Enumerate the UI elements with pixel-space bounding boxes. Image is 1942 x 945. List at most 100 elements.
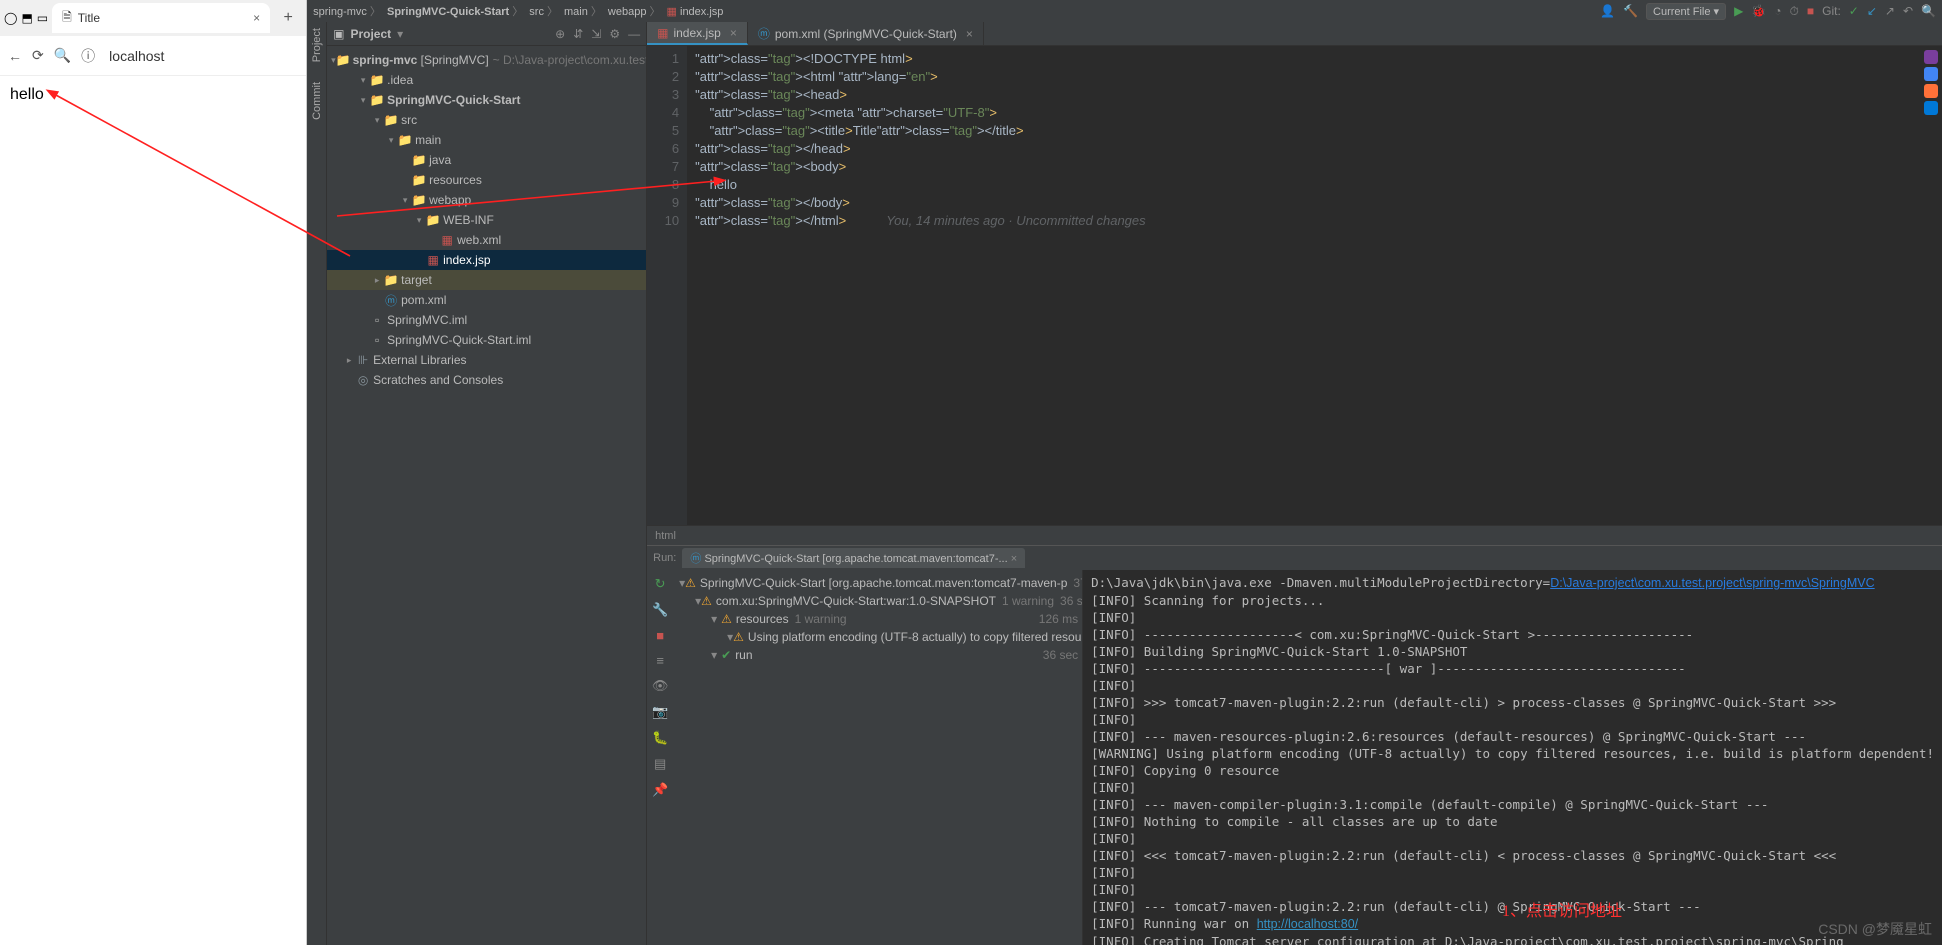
browser-tab[interactable]: 🗎 Title × xyxy=(52,3,270,33)
editor-area[interactable]: 12345678910 "attr">class="tag"><!DOCTYPE… xyxy=(647,46,1942,525)
search-icon[interactable]: 🔍 xyxy=(1921,4,1936,18)
code[interactable]: "attr">class="tag"><!DOCTYPE html> "attr… xyxy=(687,46,1942,525)
editor-tab[interactable]: ⓜpom.xml (SpringMVC-Quick-Start)× xyxy=(748,22,984,45)
project-tool-window: ▣ Project ▾ ⊕ ⇵ ⇲ ⚙ — ▾📁spring-mvc [Spri… xyxy=(327,22,647,945)
tree-item[interactable]: ▾📁main xyxy=(327,130,646,150)
page-text: hello xyxy=(10,86,44,103)
run-toolbar: ↻ 🔧 ■ ≡ 👁 📷 🐛 ▤ 📌 xyxy=(647,570,673,945)
info-icon: ⓘ xyxy=(81,46,95,66)
stop-icon[interactable]: ■ xyxy=(656,628,664,643)
editor: ▦index.jsp×ⓜpom.xml (SpringMVC-Quick-Sta… xyxy=(647,22,1942,945)
toolbar-right: 👤 🔨 Current File ▾ ▶ 🐞 ◔ ⏱ ■ Git: ✓ ↙ ↗ … xyxy=(1600,3,1936,20)
page-icon: 🗎 xyxy=(62,8,72,29)
tree-item[interactable]: ▾📁src xyxy=(327,110,646,130)
settings-icon[interactable]: ⚙ xyxy=(609,27,620,41)
tree-item[interactable]: 📁java xyxy=(327,150,646,170)
browser-window: ◯ ⬒ ▭ 🗎 Title × + ← ⟳ 🔍 ⓘ hello xyxy=(0,0,307,945)
filter-icon[interactable]: ≡ xyxy=(656,653,664,668)
profile-icon[interactable]: ◯ xyxy=(4,11,17,25)
stop-icon[interactable]: ■ xyxy=(1807,4,1814,18)
wrench-icon[interactable]: 🔧 xyxy=(652,602,668,618)
project-icon: ▣ xyxy=(333,27,344,41)
commit-icon[interactable]: ✓ xyxy=(1849,4,1859,18)
tree-item[interactable]: 📁resources xyxy=(327,170,646,190)
annotation: 1、点击访问地址 xyxy=(1502,897,1622,921)
project-tool-button[interactable]: Project xyxy=(311,28,323,62)
back-icon[interactable]: ← xyxy=(8,48,22,64)
run-tree[interactable]: ▾⚠SpringMVC-Quick-Start [org.apache.tomc… xyxy=(673,570,1083,945)
build-icon[interactable]: 🔨 xyxy=(1623,4,1638,18)
workspaces-icon[interactable]: ⬒ xyxy=(21,11,32,25)
collapse-icon[interactable]: ⇲ xyxy=(591,27,601,41)
tree-item[interactable]: ▾📁webapp xyxy=(327,190,646,210)
tree-item[interactable]: ▸📁target xyxy=(327,270,646,290)
run-tree-item[interactable]: ▾⚠SpringMVC-Quick-Start [org.apache.tomc… xyxy=(673,574,1082,592)
tree-item[interactable]: ▾📁SpringMVC-Quick-Start xyxy=(327,90,646,110)
ide-toolbar: spring-mvc〉 SpringMVC-Quick-Start〉 src〉 … xyxy=(307,0,1942,22)
inspection-widgets xyxy=(1920,46,1942,119)
tree-item[interactable]: ▾📁.idea xyxy=(327,70,646,90)
run-tree-item[interactable]: ▾⚠com.xu:SpringMVC-Quick-Start:war:1.0-S… xyxy=(673,592,1082,610)
edge-icon[interactable] xyxy=(1924,101,1938,115)
tree-item[interactable]: ▦web.xml xyxy=(327,230,646,250)
sidebar-icon[interactable]: ▭ xyxy=(37,11,48,25)
bug-icon[interactable]: 🐛 xyxy=(652,730,668,746)
run-tabs: Run: ⓜ SpringMVC-Quick-Start [org.apache… xyxy=(647,546,1942,570)
tree-item[interactable]: ⓜpom.xml xyxy=(327,290,646,310)
tree-item[interactable]: ▸⊪External Libraries xyxy=(327,350,646,370)
rerun-icon[interactable]: ↻ xyxy=(655,576,666,592)
gutter: 12345678910 xyxy=(647,46,687,525)
new-tab-button[interactable]: + xyxy=(274,9,302,27)
run-tree-item[interactable]: ▾⚠resources1 warning126 ms xyxy=(673,610,1082,628)
chrome-icon[interactable] xyxy=(1924,67,1938,81)
editor-tab[interactable]: ▦index.jsp× xyxy=(647,22,748,45)
tree-item[interactable]: ▫SpringMVC-Quick-Start.iml xyxy=(327,330,646,350)
tree-item[interactable]: ◎Scratches and Consoles xyxy=(327,370,646,390)
camera-icon[interactable]: 📷 xyxy=(652,704,668,720)
tree-item[interactable]: ▾📁WEB-INF xyxy=(327,210,646,230)
watermark: CSDN @梦魇星虹 xyxy=(1818,919,1932,939)
run-tree-item[interactable]: ▾⚠Using platform encoding (UTF-8 actuall… xyxy=(673,628,1082,646)
project-title: Project xyxy=(350,27,391,41)
run-label: Run: xyxy=(653,552,676,564)
select-opened-icon[interactable]: ⊕ xyxy=(555,27,565,41)
tree-root[interactable]: ▾📁spring-mvc [SpringMVC]~ D:\Java-projec… xyxy=(327,50,646,70)
tree-item[interactable]: ▫SpringMVC.iml xyxy=(327,310,646,330)
close-icon[interactable]: × xyxy=(253,11,260,25)
expand-icon[interactable]: ⇵ xyxy=(573,27,583,41)
git-label: Git: xyxy=(1822,4,1841,18)
coverage-icon[interactable]: ◔ xyxy=(1774,4,1781,18)
ide-window: spring-mvc〉 SpringMVC-Quick-Start〉 src〉 … xyxy=(307,0,1942,945)
pin-icon[interactable]: 📌 xyxy=(652,782,668,798)
layout-icon[interactable]: ▤ xyxy=(654,756,666,772)
firefox-icon[interactable] xyxy=(1924,84,1938,98)
ide-icon[interactable] xyxy=(1924,50,1938,64)
tab-title: Title xyxy=(78,11,100,25)
refresh-icon[interactable]: ⟳ xyxy=(32,47,44,64)
address-bar-row: ← ⟳ 🔍 ⓘ xyxy=(0,36,306,76)
editor-breadcrumb[interactable]: html xyxy=(647,525,1942,545)
run-tab[interactable]: ⓜ SpringMVC-Quick-Start [org.apache.tomc… xyxy=(682,548,1025,568)
run-tree-item[interactable]: ▾✔run36 sec xyxy=(673,646,1082,664)
history-icon[interactable]: ↶ xyxy=(1903,4,1913,18)
browser-viewport: hello xyxy=(0,76,306,945)
debug-icon[interactable]: 🐞 xyxy=(1751,4,1766,18)
user-icon[interactable]: 👤 xyxy=(1600,4,1615,18)
run-config-dropdown[interactable]: Current File ▾ xyxy=(1646,3,1726,20)
search-icon[interactable]: 🔍 xyxy=(54,47,71,64)
breadcrumb[interactable]: spring-mvc〉 SpringMVC-Quick-Start〉 src〉 … xyxy=(313,3,723,19)
browser-tab-strip: ◯ ⬒ ▭ 🗎 Title × + xyxy=(0,0,306,36)
project-tree[interactable]: ▾📁spring-mvc [SpringMVC]~ D:\Java-projec… xyxy=(327,46,646,945)
push-icon[interactable]: ↗ xyxy=(1885,4,1895,18)
run-icon[interactable]: ▶ xyxy=(1734,4,1743,18)
address-input[interactable] xyxy=(105,44,298,68)
left-tool-strip: Project Commit xyxy=(307,22,327,945)
tree-item[interactable]: ▦index.jsp xyxy=(327,250,646,270)
eye-icon[interactable]: 👁 xyxy=(652,678,669,694)
update-icon[interactable]: ↙ xyxy=(1867,4,1877,18)
profile-icon[interactable]: ⏱ xyxy=(1790,4,1799,19)
project-header: ▣ Project ▾ ⊕ ⇵ ⇲ ⚙ — xyxy=(327,22,646,46)
hide-icon[interactable]: — xyxy=(628,27,640,41)
commit-tool-button[interactable]: Commit xyxy=(311,82,323,120)
console[interactable]: D:\Java\jdk\bin\java.exe -Dmaven.multiMo… xyxy=(1083,570,1942,945)
